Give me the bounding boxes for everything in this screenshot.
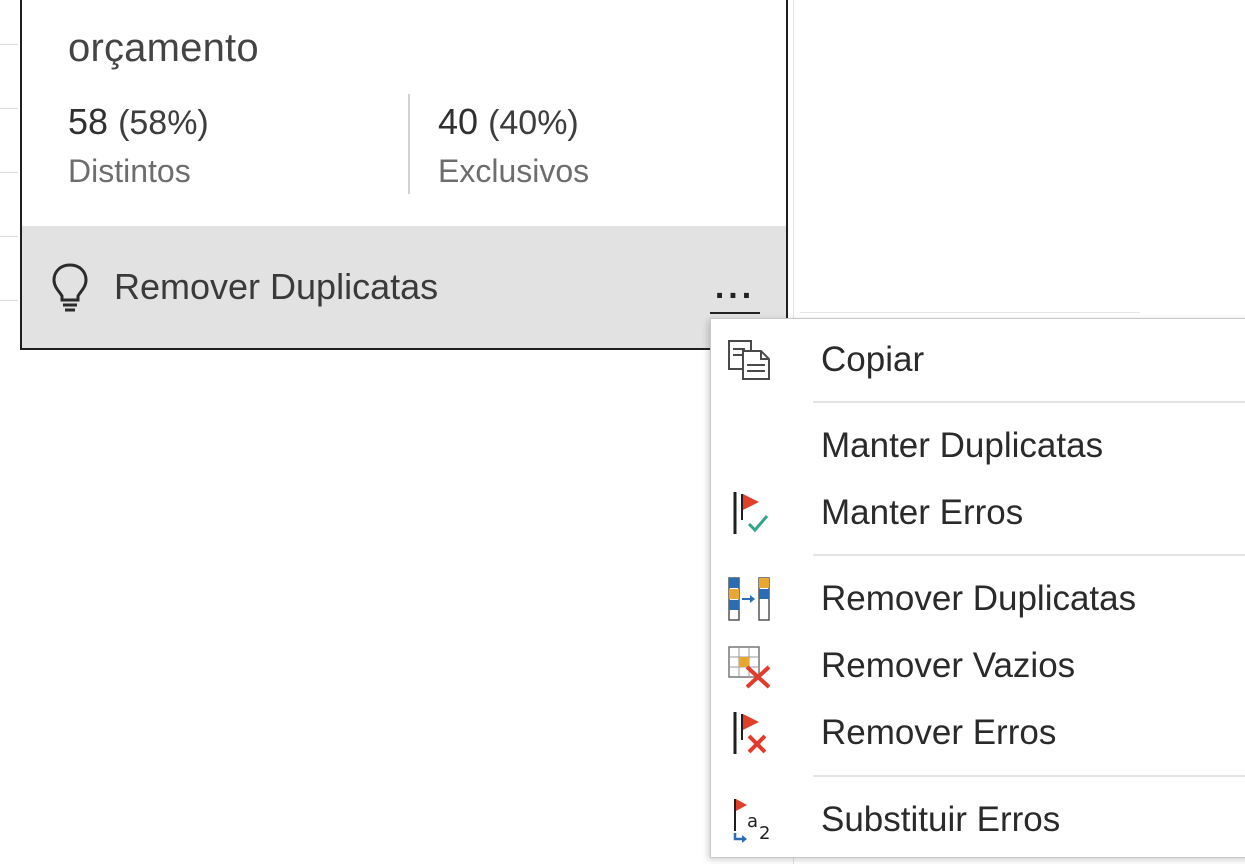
remove-duplicates-icon bbox=[725, 576, 775, 622]
menu-item-label: Remover Erros bbox=[821, 713, 1057, 752]
lightbulb-icon bbox=[50, 262, 90, 314]
menu-item-keep-duplicates[interactable]: Manter Duplicatas bbox=[711, 411, 1245, 477]
menu-item-label: Manter Erros bbox=[821, 493, 1024, 532]
ellipsis-icon: ... bbox=[714, 268, 756, 306]
unique-percent: (40%) bbox=[488, 104, 579, 142]
column-name: orçamento bbox=[68, 26, 259, 70]
menu-item-replace-errors[interactable]: a 2 Substituir Erros bbox=[711, 785, 1245, 851]
distinct-stat: 58 (58%) Distintos bbox=[68, 100, 209, 190]
menu-item-remove-duplicates[interactable]: Remover Duplicatas bbox=[711, 564, 1245, 630]
remove-empty-icon bbox=[725, 643, 775, 689]
menu-separator bbox=[813, 554, 1245, 556]
svg-text:a: a bbox=[747, 811, 758, 832]
column-profile-card: orçamento 58 (58%) Distintos 40 (40%) Ex… bbox=[20, 0, 788, 350]
menu-item-copy[interactable]: Copiar bbox=[711, 325, 1245, 391]
suggestion-action-bar: Remover Duplicatas ... bbox=[22, 226, 786, 348]
grid-line bbox=[0, 108, 18, 109]
menu-item-label: Manter Duplicatas bbox=[821, 426, 1104, 465]
distinct-count: 58 bbox=[68, 101, 109, 142]
menu-item-label: Remover Vazios bbox=[821, 646, 1076, 685]
distinct-label: Distintos bbox=[68, 153, 191, 189]
copy-icon bbox=[725, 337, 775, 383]
grid-line bbox=[800, 312, 1140, 313]
replace-errors-icon: a 2 bbox=[725, 797, 775, 844]
grid-line bbox=[0, 236, 18, 237]
menu-item-keep-errors[interactable]: Manter Erros bbox=[711, 478, 1245, 544]
menu-item-label: Remover Duplicatas bbox=[821, 579, 1137, 618]
menu-item-label: Copiar bbox=[821, 340, 925, 379]
unique-count: 40 bbox=[438, 101, 479, 142]
remove-duplicates-suggestion[interactable]: Remover Duplicatas bbox=[114, 266, 438, 308]
menu-separator bbox=[813, 775, 1245, 777]
distinct-percent: (58%) bbox=[118, 104, 209, 142]
grid-line bbox=[0, 300, 18, 301]
grid-line bbox=[0, 172, 18, 173]
menu-item-remove-errors[interactable]: Remover Erros bbox=[711, 698, 1245, 764]
unique-label: Exclusivos bbox=[438, 153, 590, 189]
unique-stat: 40 (40%) Exclusivos bbox=[438, 100, 589, 190]
grid-line bbox=[0, 44, 18, 45]
svg-text:2: 2 bbox=[759, 823, 770, 843]
stat-divider bbox=[408, 94, 410, 194]
menu-item-remove-empty[interactable]: Remover Vazios bbox=[711, 631, 1245, 697]
menu-separator bbox=[813, 401, 1245, 403]
remove-errors-icon bbox=[725, 710, 775, 756]
more-options-button[interactable]: ... bbox=[702, 264, 768, 314]
menu-item-label: Substituir Erros bbox=[821, 800, 1061, 839]
keep-errors-icon bbox=[725, 490, 775, 536]
context-menu: Copiar Manter Duplicatas Manter Erros Re… bbox=[710, 318, 1245, 858]
